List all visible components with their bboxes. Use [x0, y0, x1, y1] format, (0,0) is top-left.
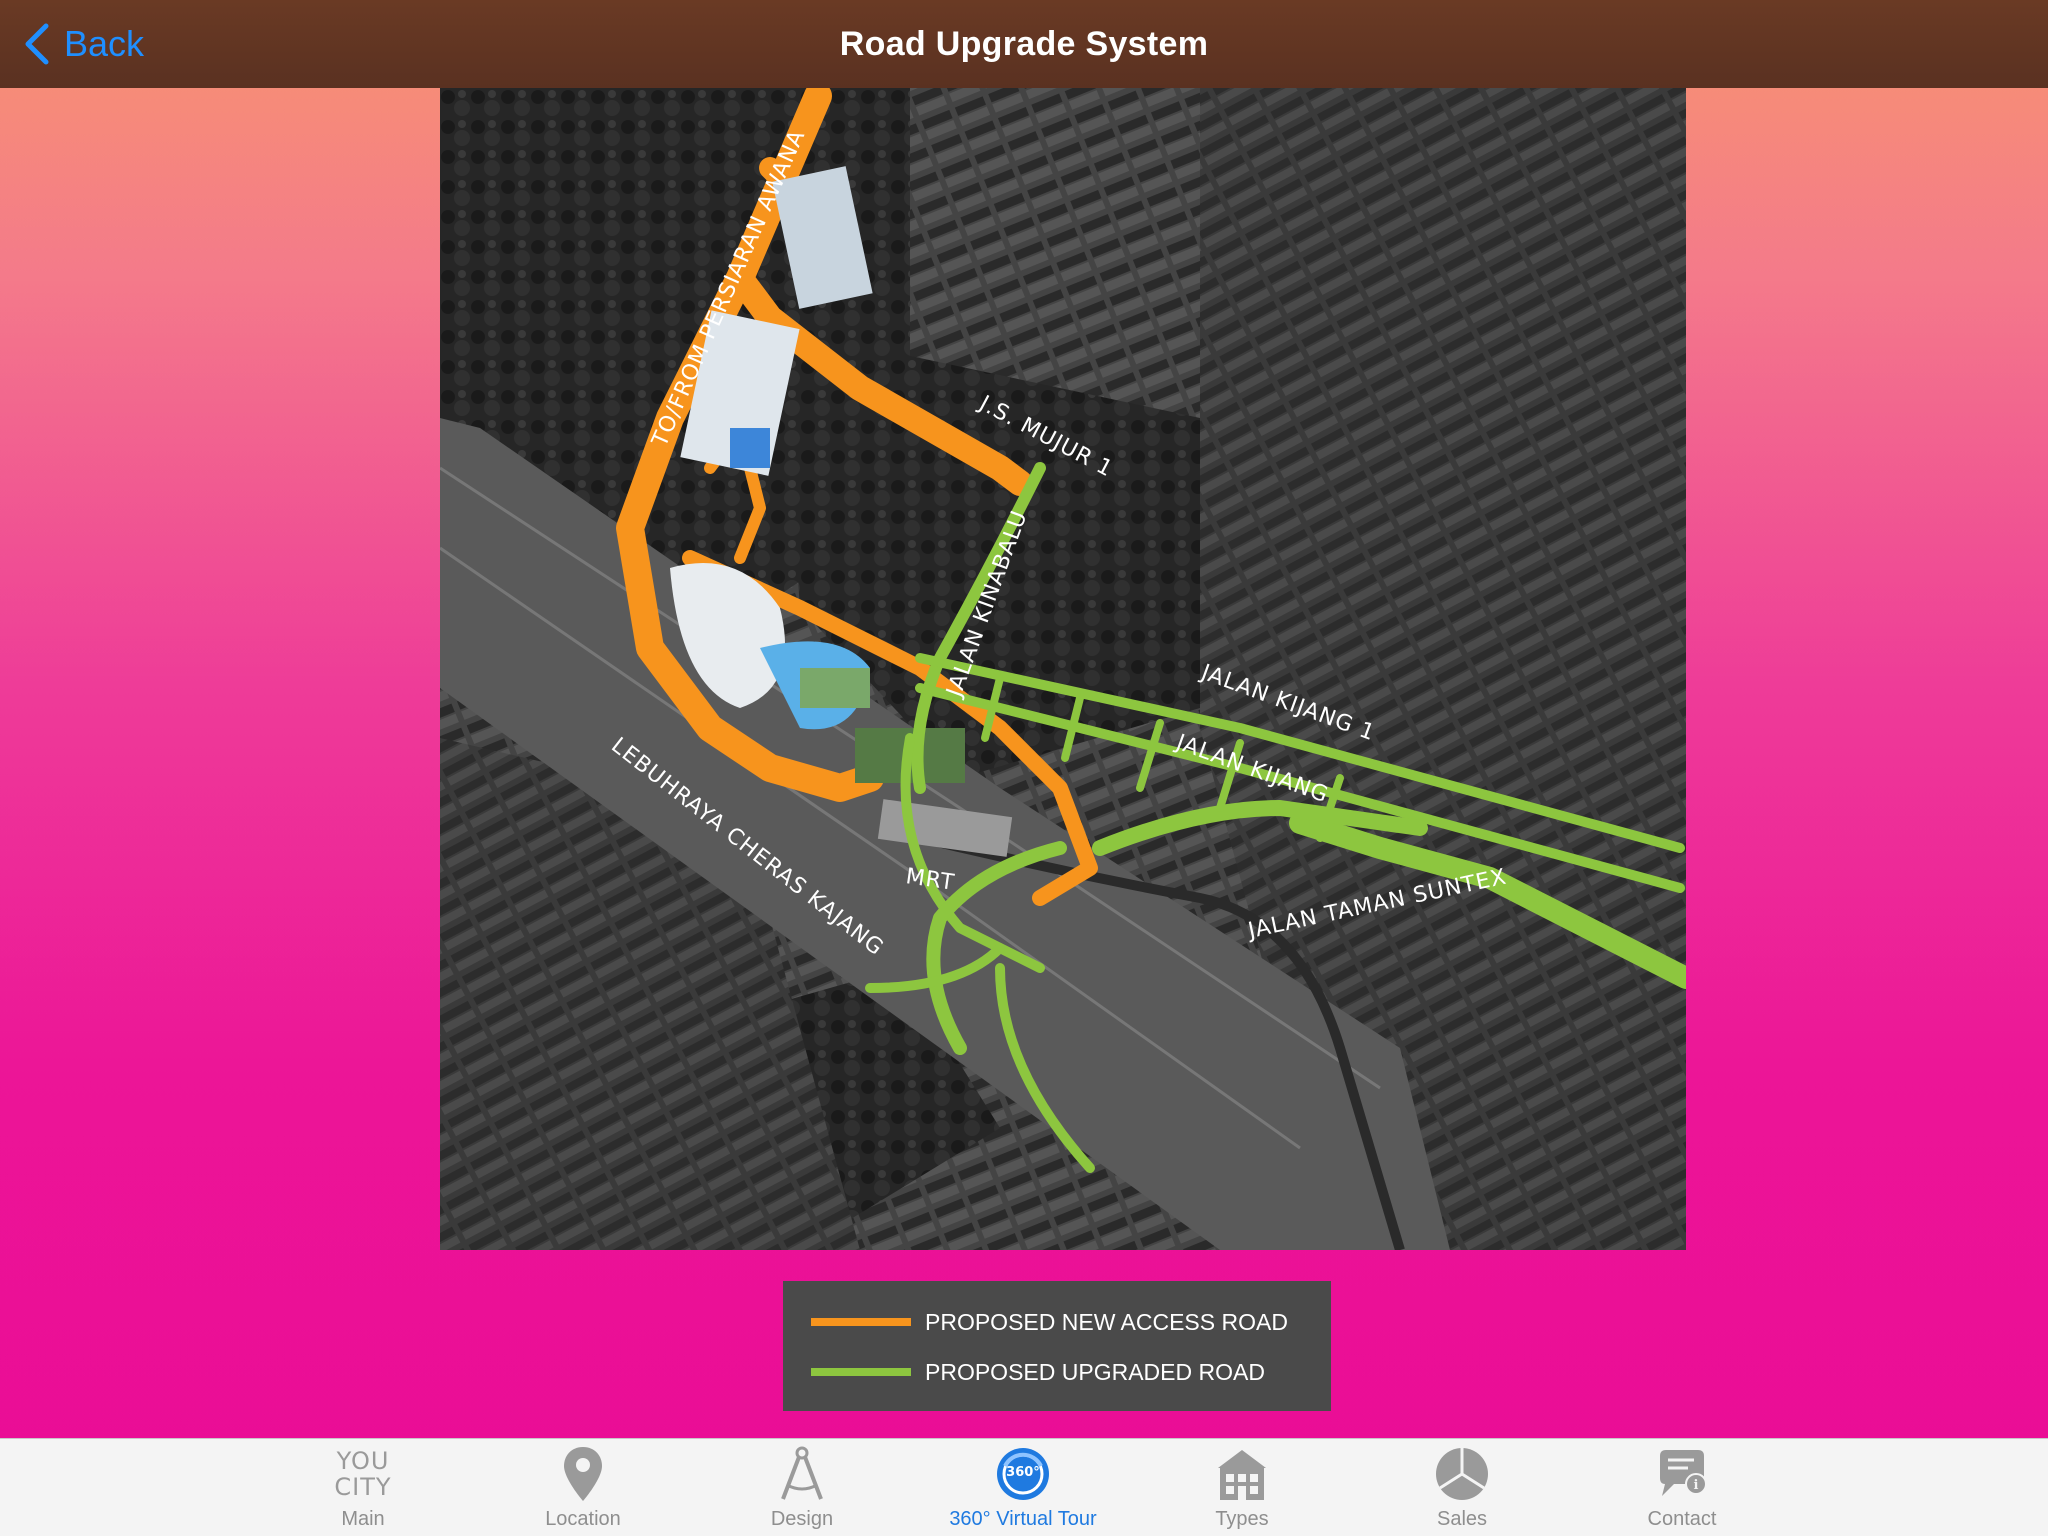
map-legend: PROPOSED NEW ACCESS ROAD PROPOSED UPGRAD…: [783, 1281, 1331, 1411]
tab-sales[interactable]: Sales: [1377, 1439, 1547, 1536]
tab-label: Contact: [1647, 1508, 1717, 1530]
navigation-bar: Back Road Upgrade System: [0, 0, 2048, 88]
page-title: Road Upgrade System: [839, 24, 1209, 63]
map-svg: TO/FROM PERSIARAN AWANA J.S. MUJUR 1 JAL…: [440, 88, 1686, 1250]
pie-chart-icon: [1432, 1444, 1492, 1504]
building-icon: [1212, 1444, 1272, 1504]
road-map-image: TO/FROM PERSIARAN AWANA J.S. MUJUR 1 JAL…: [440, 88, 1686, 1250]
tab-label: Main: [341, 1508, 385, 1530]
svg-text:360°: 360°: [1006, 1465, 1040, 1480]
virtual-tour-360-icon: 360°: [993, 1444, 1053, 1504]
legend-label: PROPOSED UPGRADED ROAD: [925, 1358, 1265, 1385]
svg-text:i: i: [1694, 1478, 1699, 1493]
tab-label: 360° Virtual Tour: [949, 1508, 1097, 1530]
compass-icon: [772, 1444, 832, 1504]
tab-label: Location: [545, 1508, 621, 1530]
legend-label: PROPOSED NEW ACCESS ROAD: [925, 1308, 1288, 1335]
tab-label: Design: [770, 1508, 834, 1530]
tab-bar: YOU CITY Main Location Design 360° 360° …: [0, 1438, 2048, 1536]
tab-label: Sales: [1436, 1508, 1488, 1530]
back-button[interactable]: Back: [22, 18, 144, 70]
chat-info-icon: i: [1652, 1444, 1712, 1504]
map-pin-icon: [553, 1444, 613, 1504]
tab-main[interactable]: YOU CITY Main: [278, 1439, 448, 1536]
chevron-left-icon: [25, 23, 49, 65]
legend-item-new-access-road: PROPOSED NEW ACCESS ROAD: [811, 1297, 1303, 1347]
legend-item-upgraded-road: PROPOSED UPGRADED ROAD: [811, 1347, 1303, 1397]
legend-swatch-green: [811, 1368, 911, 1376]
back-label: Back: [64, 23, 145, 64]
tab-virtual-tour[interactable]: 360° 360° Virtual Tour: [938, 1439, 1108, 1536]
logo-text-city: CITY: [334, 1473, 392, 1501]
tab-contact[interactable]: i Contact: [1597, 1439, 1767, 1536]
legend-swatch-orange: [811, 1318, 911, 1326]
tab-location[interactable]: Location: [498, 1439, 668, 1536]
tab-types[interactable]: Types: [1157, 1439, 1327, 1536]
logo-text-you: YOU: [336, 1447, 390, 1475]
youcity-logo-icon: YOU CITY: [333, 1444, 393, 1504]
tab-label: Types: [1215, 1508, 1269, 1530]
tab-design[interactable]: Design: [717, 1439, 887, 1536]
